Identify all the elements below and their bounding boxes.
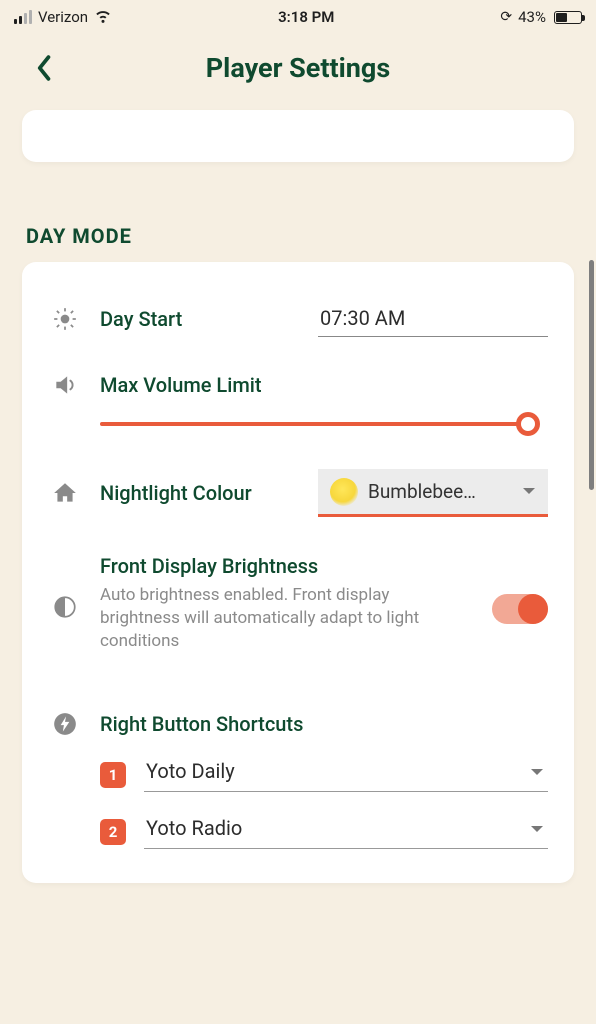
battery-icon (554, 11, 582, 24)
row-nightlight: Nightlight Colour Bumblebee… (30, 460, 566, 526)
wifi-icon (94, 6, 112, 28)
day-mode-card: Day Start 07:30 AM Max Volume Limit Nigh… (22, 262, 574, 883)
brightness-toggle[interactable] (492, 594, 548, 624)
shortcut-value-2: Yoto Radio (146, 816, 530, 840)
toggle-knob (518, 594, 548, 624)
chevron-left-icon (34, 55, 52, 81)
carrier-label: Verizon (38, 8, 88, 26)
row-shortcuts-header: Right Button Shortcuts (30, 689, 566, 745)
scroll-indicator[interactable] (589, 260, 594, 490)
day-start-field[interactable]: 07:30 AM (318, 302, 548, 337)
shortcut-row-1: 1 Yoto Daily (30, 745, 566, 802)
lightning-icon (48, 711, 82, 737)
day-start-label: Day Start (100, 307, 300, 331)
chevron-down-icon (530, 816, 544, 840)
nightlight-selected: Bumblebee… (368, 480, 512, 503)
nightlight-label: Nightlight Colour (100, 481, 300, 505)
row-max-volume: Max Volume Limit (30, 352, 566, 446)
clock: 3:18 PM (278, 8, 334, 26)
header: Player Settings (0, 34, 596, 102)
previous-card (22, 110, 574, 162)
shortcut-row-2: 2 Yoto Radio (30, 802, 566, 859)
nightlight-select[interactable]: Bumblebee… (318, 469, 548, 517)
brightness-description: Auto brightness enabled. Front display b… (100, 584, 464, 653)
chevron-down-icon (522, 482, 536, 501)
max-volume-label: Max Volume Limit (100, 373, 548, 397)
shortcut-select-2[interactable]: Yoto Radio (144, 816, 548, 849)
cellular-signal-icon (14, 10, 32, 24)
shortcut-value-1: Yoto Daily (146, 759, 530, 783)
day-start-value: 07:30 AM (318, 302, 548, 337)
color-swatch-icon (330, 478, 358, 506)
battery-percent: 43% (518, 8, 546, 26)
volume-slider[interactable] (100, 422, 538, 426)
brightness-icon (48, 594, 82, 620)
section-title-day-mode: DAY MODE (26, 224, 596, 248)
status-left: Verizon (14, 6, 112, 28)
sun-icon (48, 306, 82, 332)
volume-icon (48, 372, 82, 398)
chevron-down-icon (530, 759, 544, 783)
brightness-label: Front Display Brightness (100, 554, 464, 578)
row-brightness: Front Display Brightness Auto brightness… (30, 548, 566, 659)
shortcut-badge-1: 1 (100, 762, 126, 788)
status-bar: Verizon 3:18 PM ⟳ 43% (0, 0, 596, 34)
rotation-lock-icon: ⟳ (500, 9, 512, 25)
shortcut-select-1[interactable]: Yoto Daily (144, 759, 548, 792)
row-day-start: Day Start 07:30 AM (30, 286, 566, 352)
home-icon (48, 480, 82, 506)
page-title: Player Settings (206, 52, 390, 84)
status-right: ⟳ 43% (500, 8, 582, 26)
back-button[interactable] (26, 51, 60, 85)
shortcuts-label: Right Button Shortcuts (100, 712, 548, 736)
shortcut-badge-2: 2 (100, 819, 126, 845)
volume-slider-thumb[interactable] (516, 412, 540, 436)
